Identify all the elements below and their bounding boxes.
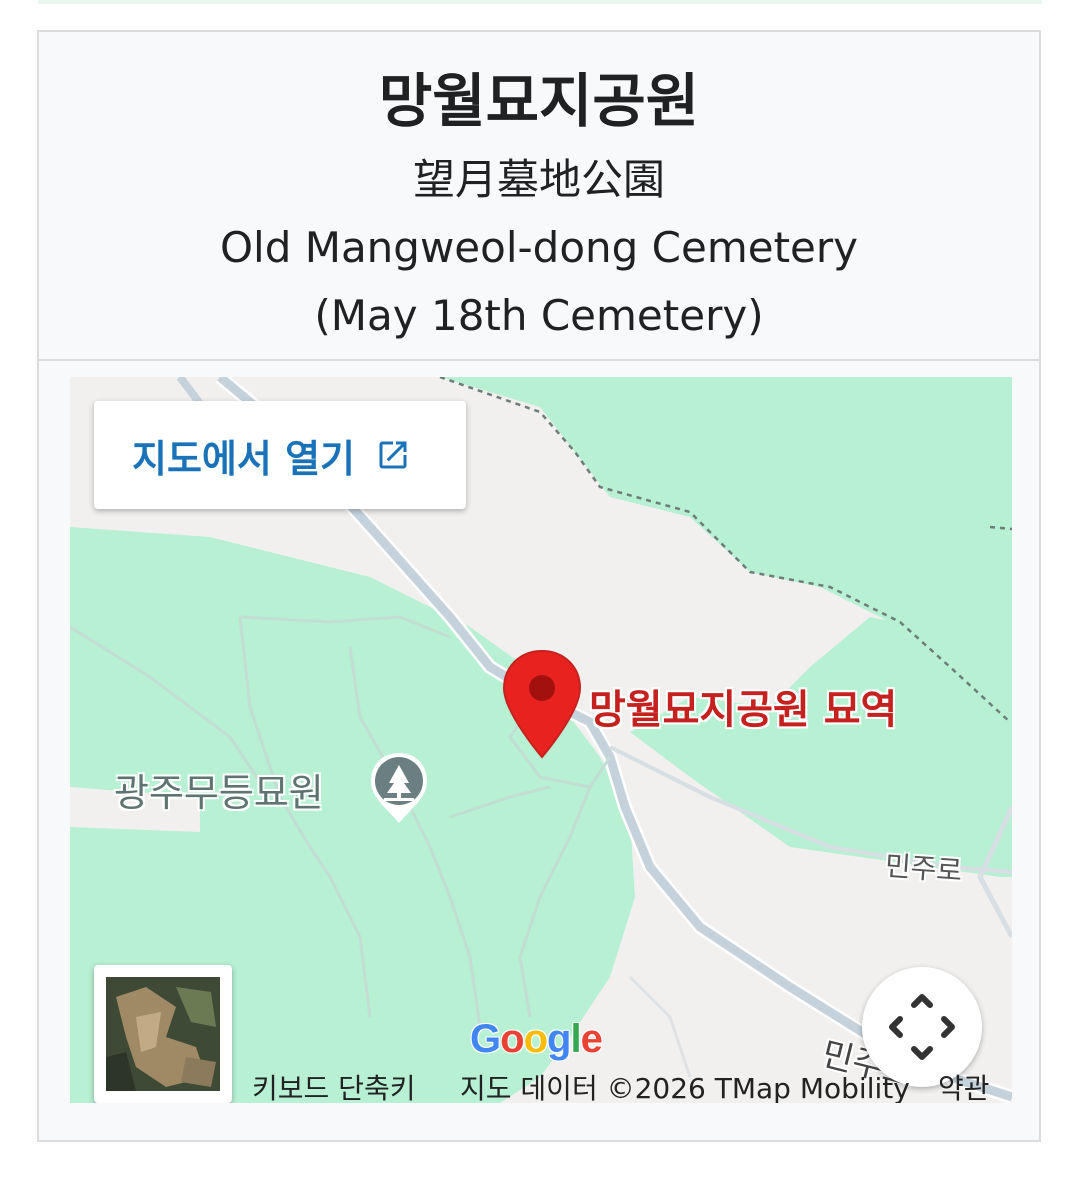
fullscreen-arrows-icon — [889, 994, 955, 1060]
terms-link[interactable]: 약관 — [938, 1067, 990, 1103]
tree-icon[interactable] — [367, 749, 431, 829]
location-pin-icon[interactable] — [500, 647, 584, 763]
pin-label[interactable]: 망월묘지공원 묘역 — [589, 677, 897, 735]
hanja-name: 望月墓地公園 — [412, 155, 665, 204]
poi-label[interactable]: 광주무등묘원 — [114, 762, 324, 817]
map-attribution: 키보드 단축키 지도 데이터 ©2026 TMap Mobility 약관 — [70, 1067, 1012, 1103]
google-logo: Google — [470, 1017, 603, 1061]
map-data-attribution: 지도 데이터 ©2026 TMap Mobility — [460, 1072, 910, 1103]
divider — [39, 359, 1039, 361]
open-in-maps-button[interactable]: 지도에서 열기 — [94, 401, 466, 509]
top-strip — [38, 0, 1042, 4]
embedded-map[interactable]: 지도에서 열기 망월묘지공원 묘역 광주무등묘원 민주로 민주로 Google — [70, 377, 1012, 1103]
open-in-maps-label: 지도에서 열기 — [132, 436, 355, 481]
keyboard-shortcuts-link[interactable]: 키보드 단축키 — [252, 1067, 415, 1103]
open-in-new-icon — [375, 437, 411, 473]
infobox-header: 망월묘지공원 望月墓地公園 Old Mangweol-dong Cemetery… — [39, 32, 1039, 360]
page-title: 망월묘지공원 — [378, 67, 700, 135]
road-label: 민주로 — [883, 849, 964, 888]
infobox-card: 망월묘지공원 望月墓地公園 Old Mangweol-dong Cemetery… — [37, 30, 1041, 1142]
english-name: Old Mangweol-dong Cemetery — [219, 223, 859, 272]
english-alt-name: (May 18th Cemetery) — [314, 291, 764, 340]
